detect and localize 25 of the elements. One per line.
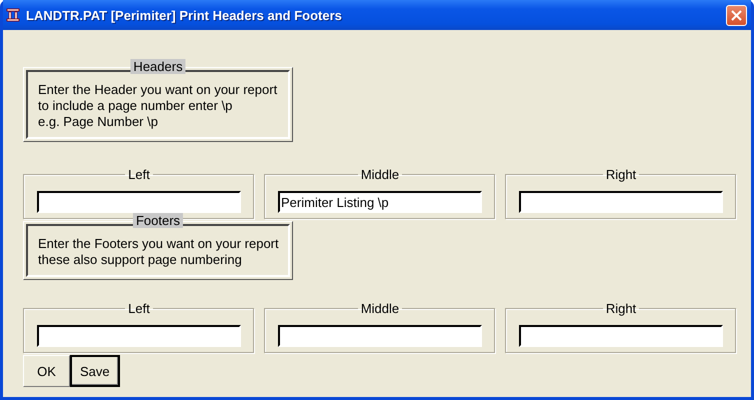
- field-label: Right: [604, 168, 638, 181]
- field-label: Middle: [360, 302, 400, 315]
- instruction-line: Enter the Header you want on your report: [38, 82, 278, 98]
- text-field[interactable]: [278, 325, 482, 347]
- text-field[interactable]: [519, 191, 723, 213]
- text-field[interactable]: Perimiter Listing \p: [278, 191, 482, 213]
- close-button[interactable]: [726, 4, 747, 26]
- pillar-icon: [6, 8, 20, 22]
- instruction-line: e.g. Page Number \p: [38, 114, 159, 130]
- text-field[interactable]: [519, 325, 723, 347]
- save-button[interactable]: Save: [70, 355, 120, 387]
- instruction-line: Enter the Footers you want on your report: [38, 236, 278, 252]
- window-title: LANDTR.PAT [Perimiter] Print Headers and Footers: [26, 8, 343, 22]
- close-icon: [731, 10, 742, 20]
- field-label: Left: [127, 168, 151, 181]
- instruction-line: these also support page numbering: [38, 252, 243, 268]
- field-label: Middle: [360, 168, 400, 181]
- text-field[interactable]: [37, 191, 241, 213]
- panel-title: Footers: [132, 213, 184, 228]
- field-label: Left: [127, 302, 151, 315]
- field-label: Right: [604, 302, 638, 315]
- panel-title: Headers: [130, 59, 186, 74]
- instruction-line: to include a page number enter \p: [38, 98, 234, 114]
- text-field[interactable]: [37, 325, 241, 347]
- ok-button[interactable]: OK: [23, 355, 70, 387]
